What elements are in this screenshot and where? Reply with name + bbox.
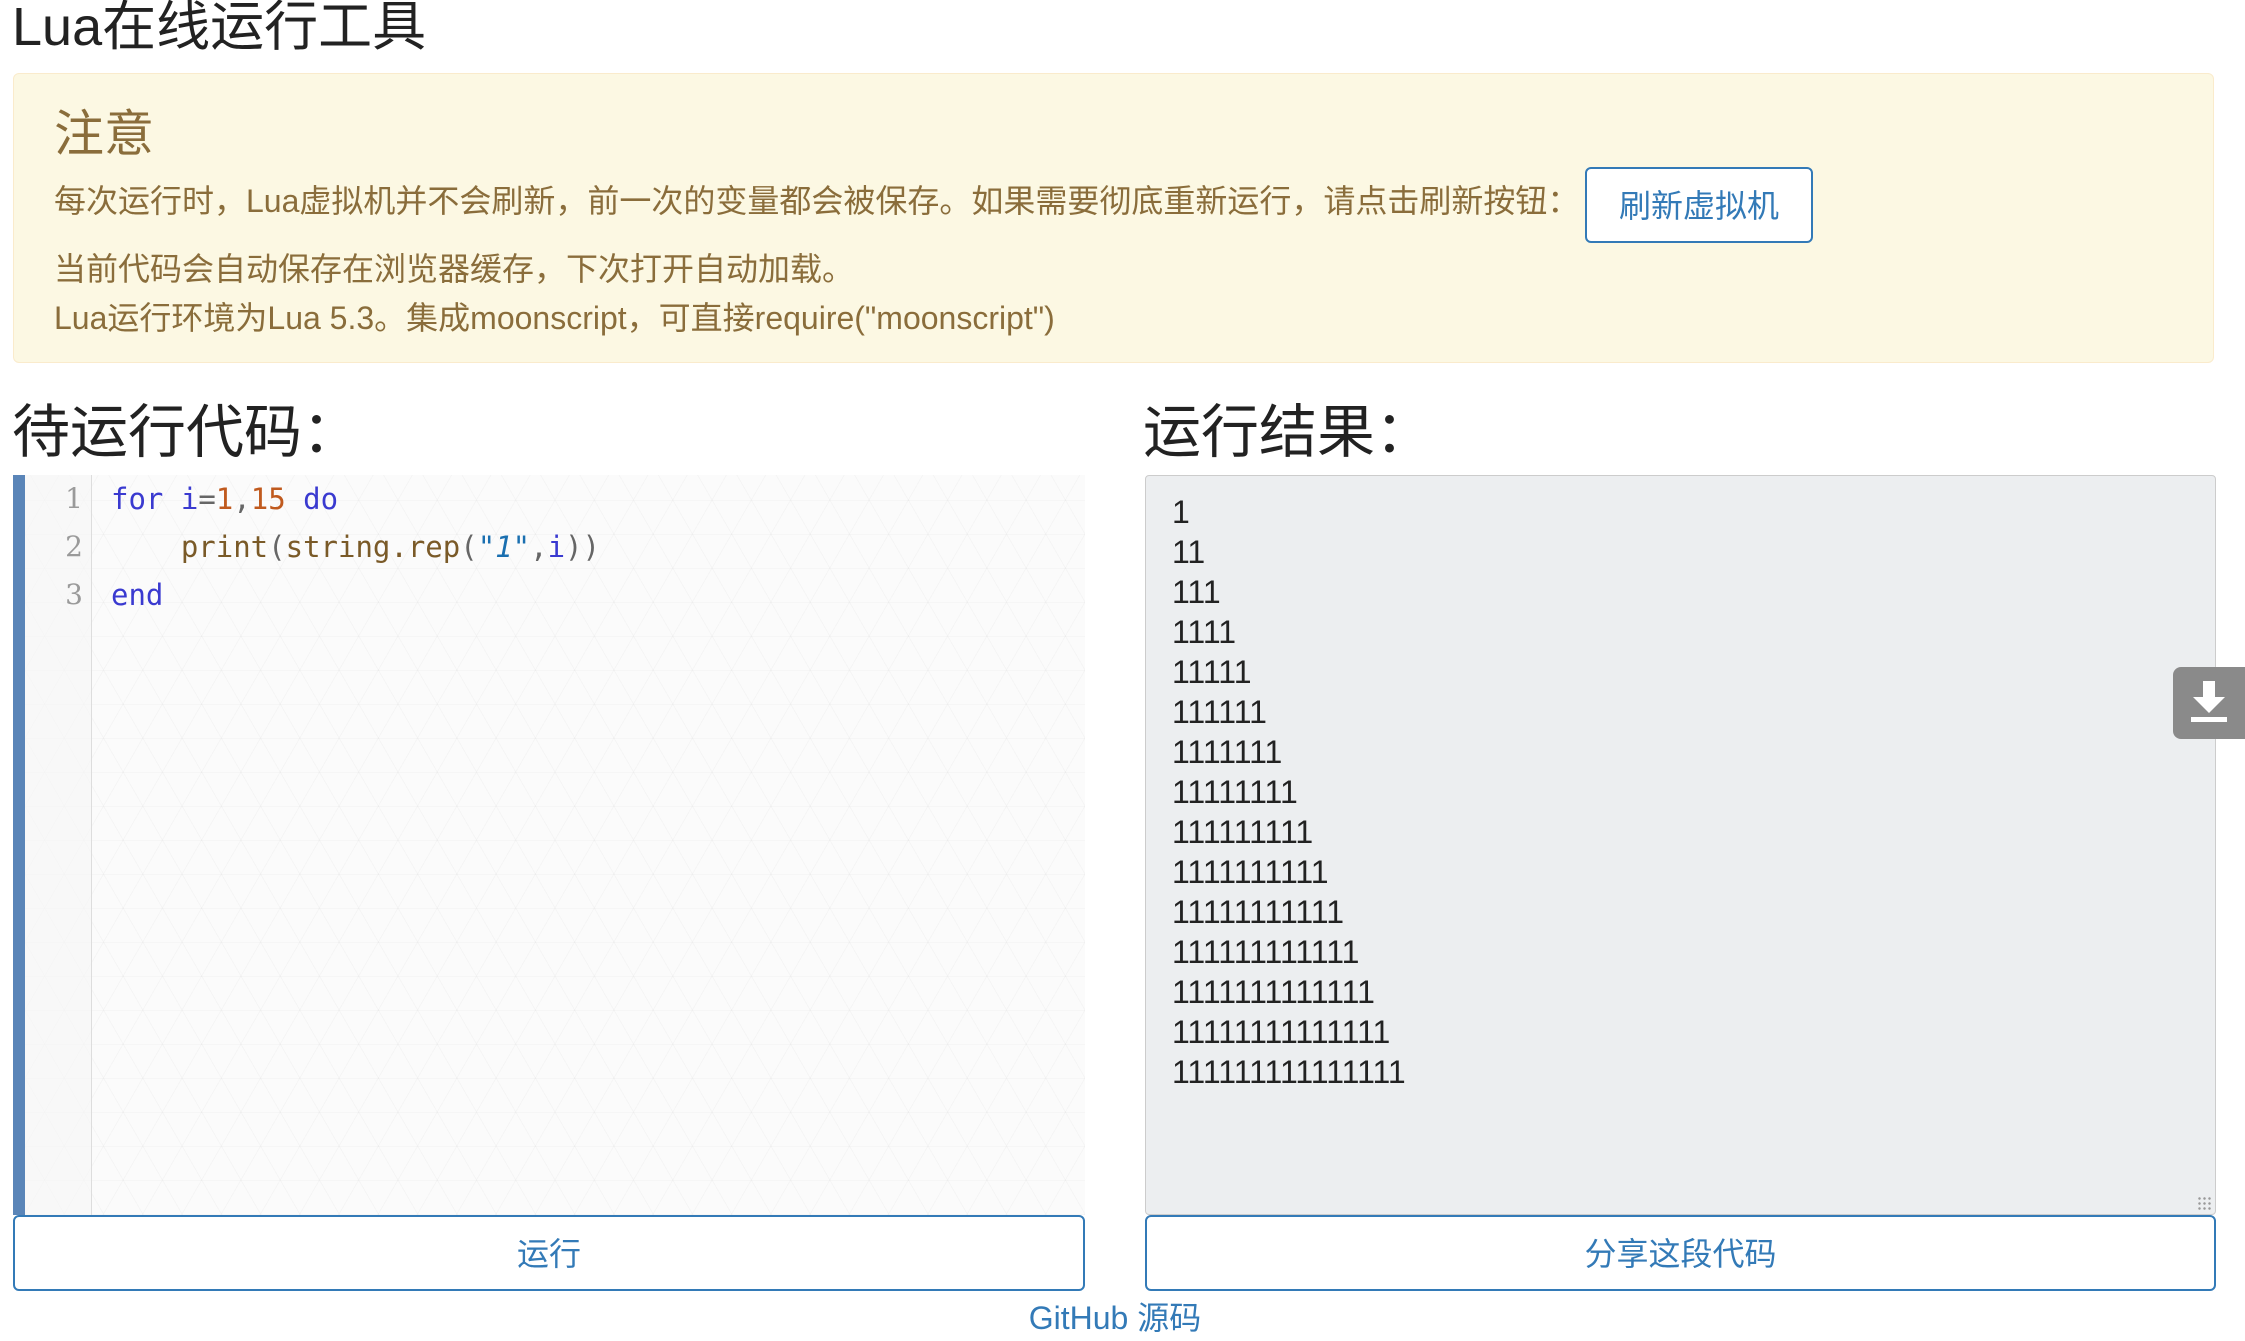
github-source-link[interactable]: GitHub 源码 <box>0 1294 2230 1341</box>
code-line[interactable]: print(string.rep("1",i)) <box>111 523 600 571</box>
notice-line-vm-refresh: 每次运行时，Lua虚拟机并不会刷新，前一次的变量都会被保存。如果需要彻底重新运行… <box>54 183 1580 219</box>
code-editor[interactable]: 1 2 3 for i=1,15 do print(string.rep("1"… <box>13 475 1085 1215</box>
code-line[interactable]: end <box>111 571 163 619</box>
notice-line-autosave: 当前代码会自动保存在浏览器缓存，下次打开自动加载。 <box>54 251 855 287</box>
code-token: 15 <box>250 482 286 516</box>
code-heading: 待运行代码： <box>12 400 361 465</box>
page-title: Lua在线运行工具 <box>12 0 427 57</box>
code-token: ( <box>460 530 478 564</box>
code-token: i <box>547 530 566 564</box>
notice-heading: 注意 <box>54 106 154 162</box>
notice-line-environment: Lua运行环境为Lua 5.3。集成moonscript，可直接require(… <box>54 300 1055 336</box>
result-lines: 1 11 111 1111 11111 111111 1111111 11111111 1111… <box>1172 492 1406 1092</box>
line-number: 3 <box>65 578 83 611</box>
code-token: ( <box>268 530 286 564</box>
result-line: 111111111111 <box>1172 934 1360 970</box>
download-arrow-icon <box>2191 681 2227 722</box>
code-token: for <box>111 482 164 516</box>
code-token: print <box>180 530 269 564</box>
code-token: end <box>111 578 164 612</box>
code-token: do <box>303 482 339 516</box>
result-line: 1111 <box>1172 614 1237 650</box>
result-line: 1111111 <box>1172 734 1283 770</box>
result-output[interactable]: 1 11 111 1111 11111 111111 1111111 11111111 1111… <box>1145 475 2216 1215</box>
result-line: 1 <box>1172 494 1190 530</box>
share-code-button[interactable]: 分享这段代码 <box>1145 1215 2216 1291</box>
result-line: 11111111 <box>1172 774 1298 810</box>
result-line: 111111111 <box>1172 814 1314 850</box>
page: Lua在线运行工具 注意 每次运行时，Lua虚拟机并不会刷新，前一次的变量都会被… <box>0 0 2245 1341</box>
result-line: 11111111111111 <box>1172 1014 1391 1050</box>
result-line: 1111111111111 <box>1172 974 1375 1010</box>
code-token: , <box>233 482 251 516</box>
download-icon[interactable] <box>2173 667 2245 739</box>
notice-panel: 注意 每次运行时，Lua虚拟机并不会刷新，前一次的变量都会被保存。如果需要彻底重… <box>13 73 2214 363</box>
resize-handle[interactable] <box>2197 1196 2211 1210</box>
code-token: "1" <box>477 530 531 564</box>
code-token: i <box>180 482 199 516</box>
refresh-vm-button[interactable]: 刷新虚拟机 <box>1585 167 1813 243</box>
line-number: 1 <box>65 482 83 515</box>
line-number-gutter: 1 2 3 <box>25 475 92 1215</box>
result-line: 111111111111111 <box>1172 1054 1406 1090</box>
result-heading: 运行结果： <box>1143 400 1434 465</box>
code-line[interactable]: for i=1,15 do <box>111 475 338 523</box>
result-line: 1111111111 <box>1172 854 1329 890</box>
line-number: 2 <box>65 530 83 563</box>
code-token: )) <box>565 530 600 564</box>
result-line: 111111 <box>1172 694 1267 730</box>
result-line: 11 <box>1172 534 1206 570</box>
code-token: 1 <box>215 482 234 516</box>
code-token: string.rep <box>285 530 461 564</box>
code-token: , <box>530 530 548 564</box>
result-line: 11111 <box>1172 654 1252 690</box>
run-button[interactable]: 运行 <box>13 1215 1085 1291</box>
result-line: 11111111111 <box>1172 894 1345 930</box>
result-line: 111 <box>1172 574 1221 610</box>
code-token: = <box>198 482 216 516</box>
